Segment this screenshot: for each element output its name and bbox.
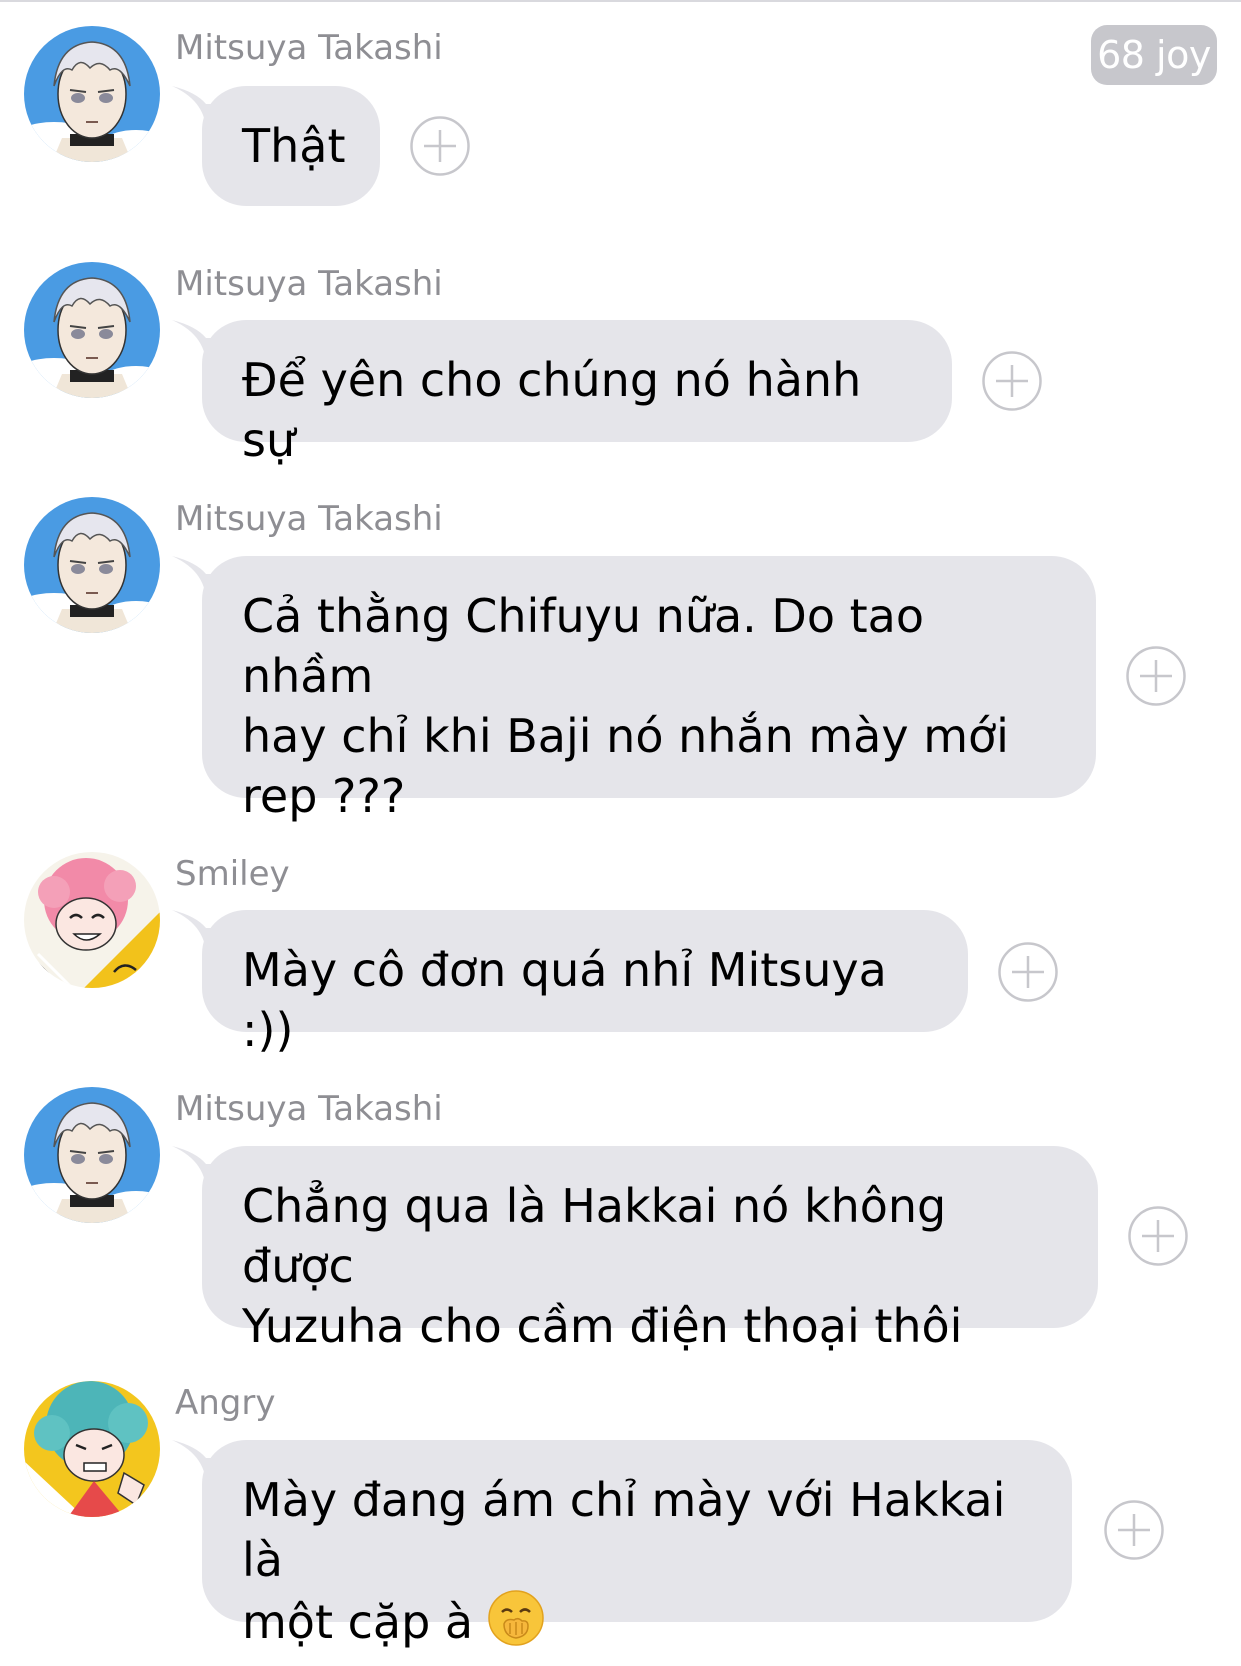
- mitsuya-avatar[interactable]: [24, 1087, 160, 1223]
- add-reaction-icon[interactable]: [998, 942, 1058, 1002]
- bubble-tail: [172, 1146, 232, 1196]
- bubble-tail: [172, 556, 232, 606]
- message-bubble[interactable]: Để yên cho chúng nó hành sự: [202, 320, 952, 467]
- message-text: Cả thằng Chifuyu nữa. Do tao nhầm hay ch…: [242, 589, 1009, 823]
- add-reaction-icon[interactable]: [1128, 1206, 1188, 1266]
- message-text: Mày cô đơn quá nhỉ Mitsuya :)): [242, 943, 902, 1057]
- add-reaction-icon[interactable]: [1126, 646, 1186, 706]
- smiley-avatar[interactable]: [24, 852, 160, 988]
- sender-name: Mitsuya Takashi: [175, 1089, 443, 1129]
- sender-name: Mitsuya Takashi: [175, 28, 443, 68]
- angry-avatar[interactable]: [24, 1381, 160, 1517]
- add-reaction-icon[interactable]: [982, 351, 1042, 411]
- bubble-tail: [172, 86, 232, 136]
- message-bubble[interactable]: Mày cô đơn quá nhỉ Mitsuya :)): [202, 910, 968, 1057]
- message-bubble[interactable]: Mày đang ám chỉ mày với Hakkai là một cặ…: [202, 1440, 1072, 1649]
- sender-name: Angry: [175, 1383, 276, 1423]
- mitsuya-avatar[interactable]: [24, 26, 160, 162]
- sender-name: Mitsuya Takashi: [175, 264, 443, 304]
- add-reaction-icon[interactable]: [410, 116, 470, 176]
- bubble-tail: [172, 1440, 232, 1490]
- sender-name: Smiley: [175, 854, 290, 894]
- bubble-tail: [172, 910, 232, 960]
- message-text: Để yên cho chúng nó hành sự: [242, 353, 876, 467]
- message-text-content: Mày đang ám chỉ mày với Hakkai là một cặ…: [242, 1473, 1006, 1649]
- joy-count-badge[interactable]: 68 joy: [1091, 25, 1217, 85]
- hand-over-mouth-emoji-icon: [487, 1590, 544, 1660]
- message-text: Chẳng qua là Hakkai nó không được Yuzuha…: [242, 1179, 963, 1353]
- sender-name: Mitsuya Takashi: [175, 499, 443, 539]
- mitsuya-avatar[interactable]: [24, 497, 160, 633]
- add-reaction-icon[interactable]: [1104, 1500, 1164, 1560]
- message-text: Thật: [242, 119, 346, 173]
- message-bubble[interactable]: Chẳng qua là Hakkai nó không được Yuzuha…: [202, 1146, 1098, 1353]
- message-bubble[interactable]: Cả thằng Chifuyu nữa. Do tao nhầm hay ch…: [202, 556, 1096, 823]
- bubble-tail: [172, 320, 232, 370]
- top-divider: [0, 0, 1241, 2]
- message-text: Mày đang ám chỉ mày với Hakkai là một cặ…: [242, 1470, 1032, 1660]
- message-bubble[interactable]: Thật: [202, 86, 380, 206]
- mitsuya-avatar[interactable]: [24, 262, 160, 398]
